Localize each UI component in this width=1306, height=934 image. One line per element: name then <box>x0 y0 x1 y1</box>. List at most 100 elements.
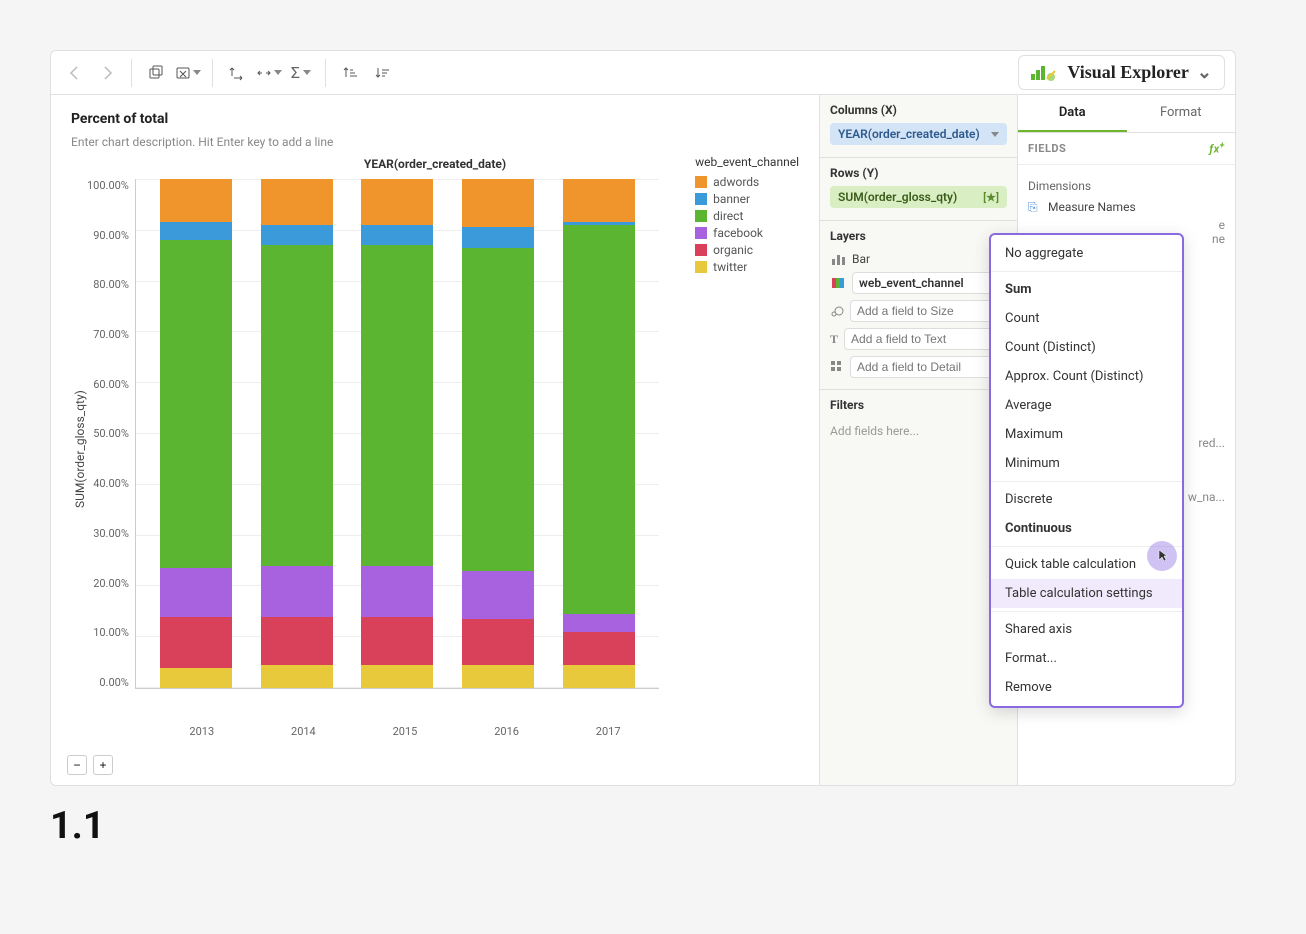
sort-asc-icon[interactable] <box>336 59 364 87</box>
legend-item-twitter[interactable]: twitter <box>695 260 799 274</box>
segment-organic <box>160 617 232 668</box>
y-axis-ticks: 100.00%90.00%80.00%70.00%60.00%50.00%40.… <box>87 179 135 689</box>
menu-item-discrete[interactable]: Discrete <box>991 485 1182 514</box>
text-icon: T <box>830 332 838 347</box>
tab-data[interactable]: Data <box>1018 95 1127 132</box>
layer-color-row[interactable]: web_event_channel <box>830 269 1007 297</box>
chart-title[interactable]: Percent of total <box>71 111 799 127</box>
app-window: Σ Visual Explorer ⌄ Percent of total Ent… <box>50 50 1236 786</box>
figure-number: 1.1 <box>50 804 1256 848</box>
fields-header: FIELDS <box>1028 142 1066 155</box>
color-icon <box>830 276 846 290</box>
pointer-icon <box>1154 548 1170 564</box>
swap-axes-icon[interactable] <box>223 59 251 87</box>
menu-item-maximum[interactable]: Maximum <box>991 420 1182 449</box>
sort-desc-icon[interactable] <box>368 59 396 87</box>
bar-2015[interactable] <box>361 179 433 688</box>
field-measure-names[interactable]: ⎘Measure Names <box>1028 197 1225 218</box>
layer-size-row[interactable] <box>830 297 1007 325</box>
y-axis-label: SUM(order_gloss_qty) <box>71 179 87 719</box>
dimensions-header: Dimensions <box>1028 179 1225 193</box>
menu-item-average[interactable]: Average <box>991 391 1182 420</box>
legend-item-direct[interactable]: direct <box>695 209 799 223</box>
delete-sheet-icon[interactable] <box>174 59 202 87</box>
menu-item-continuous[interactable]: Continuous <box>991 514 1182 543</box>
chart-subtitle: YEAR(order_created_date) <box>71 157 799 171</box>
tab-format[interactable]: Format <box>1127 95 1236 132</box>
chart-description[interactable]: Enter chart description. Hit Enter key t… <box>71 135 799 149</box>
menu-item-sum[interactable]: Sum <box>991 275 1182 304</box>
rows-panel: Rows (Y) SUM(order_gloss_qty) [★] <box>820 158 1017 221</box>
layer-text-row[interactable]: T <box>830 325 1007 353</box>
toolbar: Σ Visual Explorer ⌄ <box>51 51 1235 95</box>
rows-pill[interactable]: SUM(order_gloss_qty) [★] <box>830 186 1007 208</box>
columns-panel: Columns (X) YEAR(order_created_date) <box>820 95 1017 158</box>
layer-text-input[interactable] <box>844 328 1013 350</box>
columns-pill[interactable]: YEAR(order_created_date) <box>830 123 1007 145</box>
chart-area: Percent of total Enter chart description… <box>51 95 819 785</box>
menu-item-remove[interactable]: Remove <box>991 673 1182 702</box>
segment-adwords <box>160 179 232 222</box>
sigma-icon[interactable]: Σ <box>287 59 315 87</box>
legend-item-banner[interactable]: banner <box>695 192 799 206</box>
bar-2013[interactable] <box>160 179 232 688</box>
config-panels: Columns (X) YEAR(order_created_date) Row… <box>819 95 1017 785</box>
menu-item-count[interactable]: Count <box>991 304 1182 333</box>
chevron-down-icon: ⌄ <box>1197 62 1212 83</box>
zoom-out-button[interactable]: − <box>67 755 87 775</box>
bar-chart-icon <box>830 252 846 266</box>
menu-item-approx-count-distinct-[interactable]: Approx. Count (Distinct) <box>991 362 1182 391</box>
bar-2016[interactable] <box>462 179 534 688</box>
layer-color-field: web_event_channel <box>852 272 1007 294</box>
duplicate-icon[interactable] <box>142 59 170 87</box>
menu-item-table-calculation-settings[interactable]: Table calculation settings <box>991 579 1182 608</box>
layers-panel: Layers Bar web_event_channel T <box>820 221 1017 390</box>
bar-2014[interactable] <box>261 179 333 688</box>
brand-selector[interactable]: Visual Explorer ⌄ <box>1018 55 1225 90</box>
menu-item-shared-axis[interactable]: Shared axis <box>991 615 1182 644</box>
back-button[interactable] <box>61 59 89 87</box>
filters-placeholder[interactable]: Add fields here... <box>830 418 1007 444</box>
columns-header: Columns (X) <box>830 103 1007 117</box>
segment-facebook <box>563 614 635 632</box>
menu-item-count-distinct-[interactable]: Count (Distinct) <box>991 333 1182 362</box>
panel-tabs: Data Format <box>1018 95 1235 133</box>
segment-organic <box>462 619 534 665</box>
legend-item-adwords[interactable]: adwords <box>695 175 799 189</box>
legend-title: web_event_channel <box>695 155 799 169</box>
context-menu: No aggregate SumCountCount (Distinct)Appr… <box>989 233 1184 708</box>
segment-direct <box>462 248 534 571</box>
segment-organic <box>261 617 333 665</box>
zoom-in-button[interactable]: + <box>93 755 113 775</box>
rows-pill-label: SUM(order_gloss_qty) <box>838 190 957 204</box>
layer-type-label: Bar <box>852 252 870 266</box>
forward-button[interactable] <box>93 59 121 87</box>
x-axis-ticks: 20132014201520162017 <box>151 719 659 738</box>
segment-organic <box>361 617 433 665</box>
layer-type-row[interactable]: Bar <box>830 249 1007 269</box>
bar-2017[interactable] <box>563 179 635 688</box>
brand-icon <box>1031 64 1059 82</box>
segment-banner <box>462 227 534 247</box>
detail-icon <box>830 360 844 374</box>
layer-detail-row[interactable] <box>830 353 1007 381</box>
segment-adwords <box>563 179 635 222</box>
cursor-indicator <box>1147 541 1177 571</box>
legend: web_event_channel adwords banner direct fac… <box>695 155 799 277</box>
segment-twitter <box>361 665 433 688</box>
columns-pill-label: YEAR(order_created_date) <box>838 127 980 141</box>
plot-area[interactable] <box>135 179 659 689</box>
menu-item-no-aggregate[interactable]: No aggregate <box>991 239 1182 268</box>
segment-facebook <box>160 568 232 616</box>
menu-item-minimum[interactable]: Minimum <box>991 449 1182 478</box>
segment-direct <box>361 245 433 566</box>
legend-item-facebook[interactable]: facebook <box>695 226 799 240</box>
segment-twitter <box>261 665 333 688</box>
fit-icon[interactable] <box>255 59 283 87</box>
legend-item-organic[interactable]: organic <box>695 243 799 257</box>
fx-button[interactable]: ƒx+ <box>1209 141 1225 156</box>
chart-body: SUM(order_gloss_qty) 100.00%90.00%80.00%… <box>71 179 799 719</box>
segment-direct <box>563 225 635 614</box>
menu-item-format-[interactable]: Format... <box>991 644 1182 673</box>
segment-adwords <box>261 179 333 225</box>
